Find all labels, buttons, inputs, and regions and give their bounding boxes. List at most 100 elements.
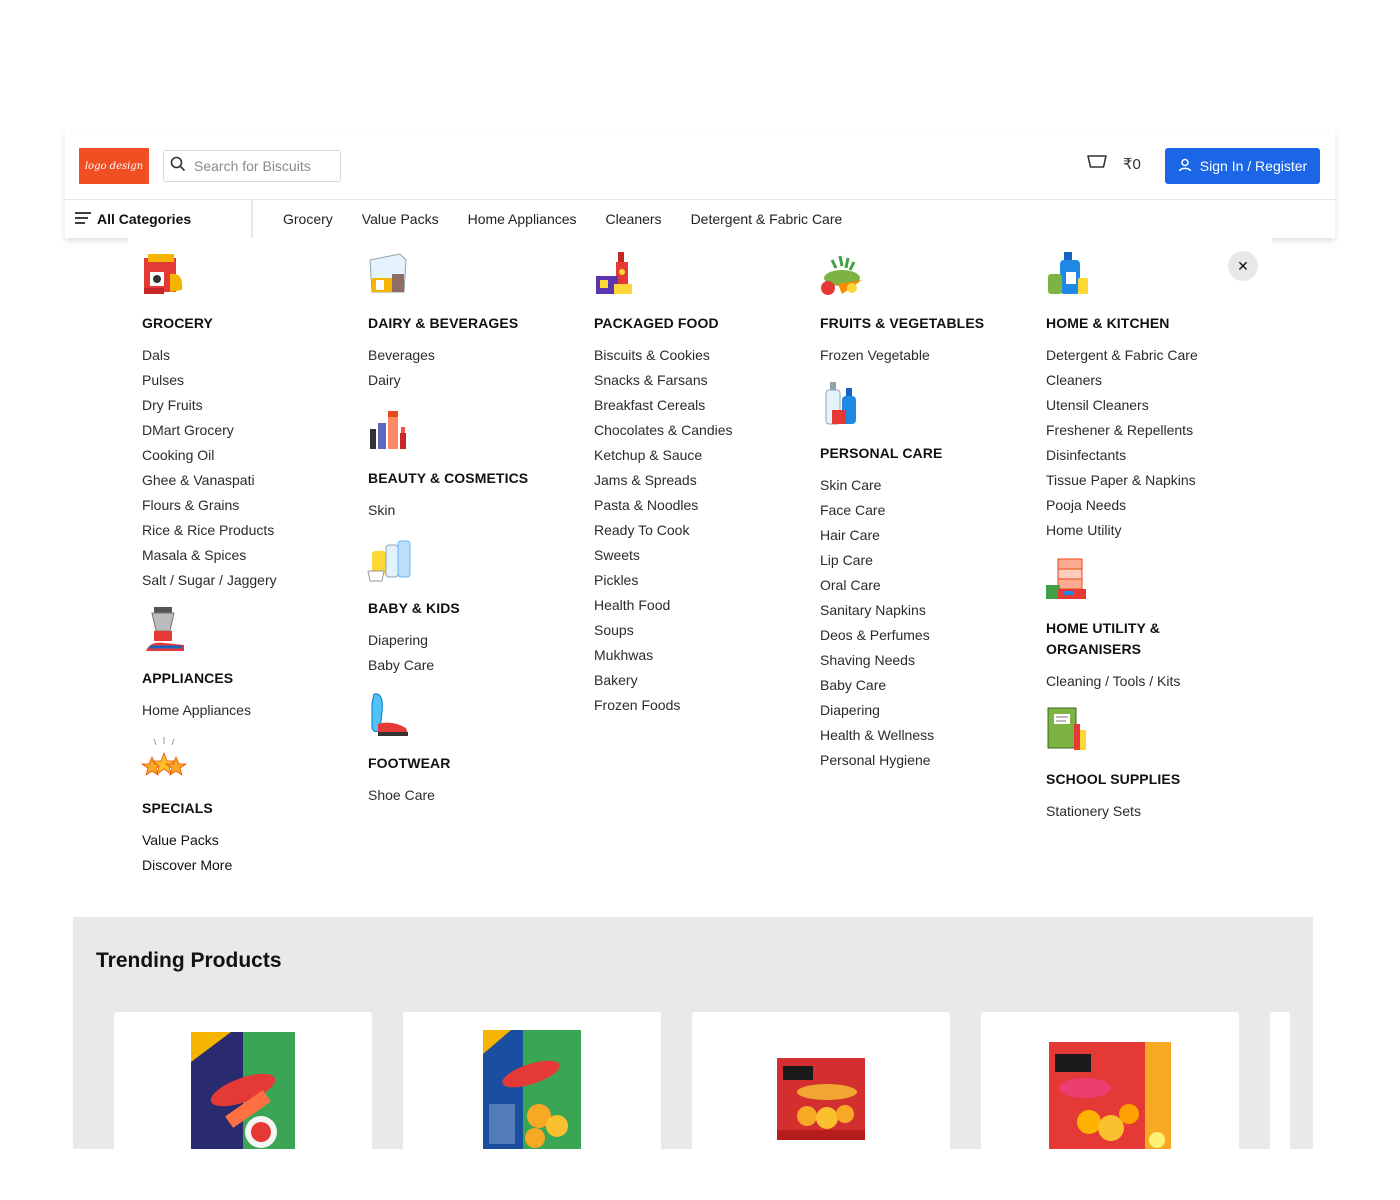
- cosmetics-icon: [370, 411, 406, 449]
- subcategory-link[interactable]: Utensil Cleaners: [1046, 393, 1252, 418]
- subcategory-link[interactable]: Breakfast Cereals: [594, 393, 800, 418]
- all-categories-label: All Categories: [97, 211, 192, 227]
- subcategory-link[interactable]: Baby Care: [368, 653, 574, 678]
- category-title[interactable]: HOME & KITCHEN: [1046, 313, 1252, 334]
- subcategory-link[interactable]: Pulses: [142, 368, 348, 393]
- subcategory-link[interactable]: Salt / Sugar / Jaggery: [142, 568, 348, 593]
- product-card-partial[interactable]: [1270, 1012, 1290, 1149]
- product-card[interactable]: [692, 1012, 950, 1149]
- subcategory-link[interactable]: Hair Care: [820, 523, 1026, 548]
- subcategory-link[interactable]: Baby Care: [820, 673, 1026, 698]
- category-title[interactable]: APPLIANCES: [142, 668, 348, 689]
- cart[interactable]: ₹0: [1087, 155, 1141, 173]
- subcategory-link[interactable]: Dairy: [368, 368, 574, 393]
- menu-column-2: DAIRY & BEVERAGES Beverages Dairy BEAUTY…: [354, 238, 574, 808]
- subcategory-link[interactable]: Rice & Rice Products: [142, 518, 348, 543]
- category-title[interactable]: HOME UTILITY & ORGANISERS: [1046, 618, 1252, 660]
- category-title[interactable]: GROCERY: [142, 313, 348, 334]
- home-kitchen-icon: [1048, 252, 1088, 294]
- nav-link-detergent[interactable]: Detergent & Fabric Care: [691, 211, 843, 227]
- subcategory-link[interactable]: Shaving Needs: [820, 648, 1026, 673]
- subcategory-link[interactable]: Cleaning / Tools / Kits: [1046, 669, 1252, 694]
- category-baby-kids: BABY & KIDS Diapering Baby Care: [354, 535, 574, 678]
- subcategory-link[interactable]: Stationery Sets: [1046, 799, 1252, 824]
- subcategory-link[interactable]: Flours & Grains: [142, 493, 348, 518]
- subcategory-link[interactable]: Ghee & Vanaspati: [142, 468, 348, 493]
- subcategory-link[interactable]: Health & Wellness: [820, 723, 1026, 748]
- sign-in-label: Sign In / Register: [1199, 158, 1308, 174]
- nav-link-value-packs[interactable]: Value Packs: [362, 211, 439, 227]
- subcategory-link[interactable]: Value Packs: [142, 828, 348, 853]
- subcategory-link[interactable]: Disinfectants: [1046, 443, 1252, 468]
- subcategory-link[interactable]: Face Care: [820, 498, 1026, 523]
- subcategory-link[interactable]: Deos & Perfumes: [820, 623, 1026, 648]
- subcategory-link[interactable]: Personal Hygiene: [820, 748, 1026, 773]
- subcategory-link[interactable]: Lip Care: [820, 548, 1026, 573]
- product-card[interactable]: [981, 1012, 1239, 1149]
- subcategory-link[interactable]: Diapering: [820, 698, 1026, 723]
- category-title[interactable]: SCHOOL SUPPLIES: [1046, 769, 1252, 790]
- nav-link-cleaners[interactable]: Cleaners: [606, 211, 662, 227]
- nav-links: Grocery Value Packs Home Appliances Clea…: [283, 200, 842, 238]
- subcategory-link[interactable]: Beverages: [368, 343, 574, 368]
- subcategory-link[interactable]: Home Appliances: [142, 698, 348, 723]
- subcategory-link[interactable]: Bakery: [594, 668, 800, 693]
- nav-link-home-appliances[interactable]: Home Appliances: [468, 211, 577, 227]
- subcategory-link[interactable]: Pickles: [594, 568, 800, 593]
- cart-icon[interactable]: [1087, 155, 1107, 173]
- category-title[interactable]: BEAUTY & COSMETICS: [368, 468, 574, 489]
- subcategory-link[interactable]: Discover More: [142, 853, 348, 878]
- subcategory-link[interactable]: Skin Care: [820, 473, 1026, 498]
- subcategory-link[interactable]: Tissue Paper & Napkins: [1046, 468, 1252, 493]
- subcategory-link[interactable]: Cooking Oil: [142, 443, 348, 468]
- category-title[interactable]: FRUITS & VEGETABLES: [820, 313, 1026, 334]
- product-card[interactable]: [114, 1012, 372, 1149]
- subcategory-link[interactable]: Dry Fruits: [142, 393, 348, 418]
- category-fruits-vegetables: FRUITS & VEGETABLES Frozen Vegetable: [806, 250, 1026, 368]
- subcategory-link[interactable]: Ketchup & Sauce: [594, 443, 800, 468]
- footwear-icon: [371, 693, 408, 736]
- subcategory-link[interactable]: Chocolates & Candies: [594, 418, 800, 443]
- subcategory-link[interactable]: Snacks & Farsans: [594, 368, 800, 393]
- sign-in-button[interactable]: Sign In / Register: [1165, 148, 1320, 184]
- subcategory-link[interactable]: Sanitary Napkins: [820, 598, 1026, 623]
- search-input[interactable]: [194, 158, 334, 174]
- subcategory-link[interactable]: Health Food: [594, 593, 800, 618]
- category-title[interactable]: PACKAGED FOOD: [594, 313, 800, 334]
- subcategory-link[interactable]: Masala & Spices: [142, 543, 348, 568]
- logo[interactable]: logo design: [79, 148, 149, 184]
- subcategory-link[interactable]: Skin: [368, 498, 574, 523]
- category-title[interactable]: SPECIALS: [142, 798, 348, 819]
- category-title[interactable]: BABY & KIDS: [368, 598, 574, 619]
- subcategory-link[interactable]: Ready To Cook: [594, 518, 800, 543]
- subcategory-link[interactable]: Biscuits & Cookies: [594, 343, 800, 368]
- subcategory-link[interactable]: Home Utility: [1046, 518, 1252, 543]
- product-image: [1049, 1042, 1171, 1149]
- all-categories-button[interactable]: All Categories: [65, 200, 253, 238]
- category-title[interactable]: FOOTWEAR: [368, 753, 574, 774]
- subcategory-link[interactable]: Sweets: [594, 543, 800, 568]
- close-menu-button[interactable]: ✕: [1228, 251, 1258, 281]
- nav-link-grocery[interactable]: Grocery: [283, 211, 333, 227]
- category-title[interactable]: DAIRY & BEVERAGES: [368, 313, 574, 334]
- cart-amount: ₹0: [1123, 156, 1141, 173]
- subcategory-link[interactable]: Pasta & Noodles: [594, 493, 800, 518]
- subcategory-link[interactable]: Diapering: [368, 628, 574, 653]
- subcategory-link[interactable]: Mukhwas: [594, 643, 800, 668]
- subcategory-link[interactable]: Oral Care: [820, 573, 1026, 598]
- subcategory-link[interactable]: Frozen Vegetable: [820, 343, 1026, 368]
- subcategory-link[interactable]: Freshener & Repellents: [1046, 418, 1252, 443]
- search-box[interactable]: [163, 150, 341, 182]
- subcategory-link[interactable]: Soups: [594, 618, 800, 643]
- subcategory-link[interactable]: Dals: [142, 343, 348, 368]
- category-title[interactable]: PERSONAL CARE: [820, 443, 1026, 464]
- subcategory-link[interactable]: Jams & Spreads: [594, 468, 800, 493]
- subcategory-link[interactable]: Pooja Needs: [1046, 493, 1252, 518]
- product-image: [777, 1058, 865, 1140]
- subcategory-link[interactable]: Cleaners: [1046, 368, 1252, 393]
- subcategory-link[interactable]: DMart Grocery: [142, 418, 348, 443]
- subcategory-link[interactable]: Shoe Care: [368, 783, 574, 808]
- subcategory-link[interactable]: Detergent & Fabric Care: [1046, 343, 1252, 368]
- product-card[interactable]: [403, 1012, 661, 1149]
- subcategory-link[interactable]: Frozen Foods: [594, 693, 800, 718]
